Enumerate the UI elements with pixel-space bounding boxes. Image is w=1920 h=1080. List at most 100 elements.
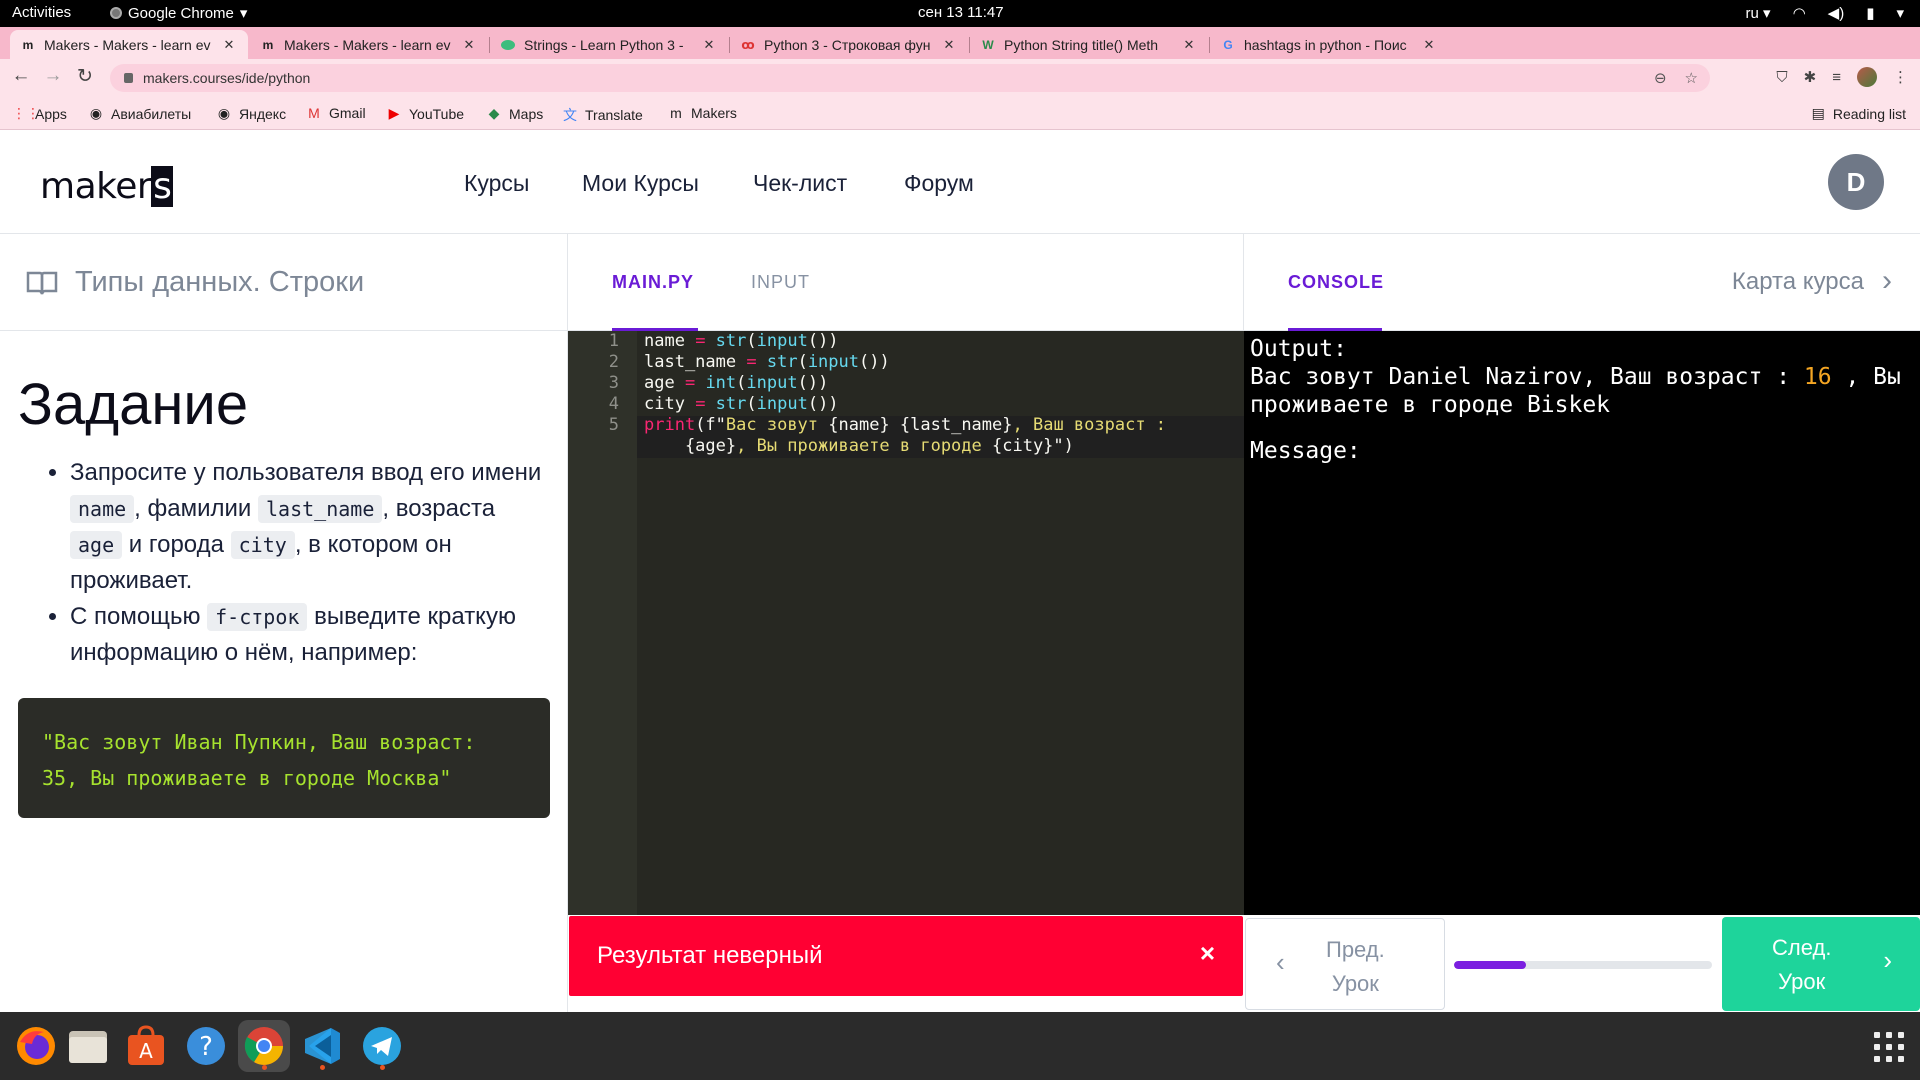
code-token: ()) bbox=[859, 352, 890, 372]
activities-button[interactable]: Activities bbox=[12, 4, 71, 21]
software-center-icon[interactable]: A bbox=[120, 1020, 172, 1072]
back-icon[interactable]: ← bbox=[8, 65, 34, 87]
close-icon[interactable]: ✕ bbox=[1182, 37, 1196, 53]
output-number: 16 bbox=[1803, 364, 1832, 390]
bookmark-aviabilety[interactable]: ◉ Авиабилеты bbox=[88, 105, 191, 122]
code-line[interactable]: last_name = str(input()) bbox=[644, 352, 890, 372]
code-token: = bbox=[684, 394, 716, 414]
kebab-menu-icon[interactable]: ⋮ bbox=[1893, 68, 1908, 86]
chevron-down-icon[interactable]: ▾ bbox=[1896, 4, 1904, 22]
close-icon[interactable]: × bbox=[1200, 938, 1215, 969]
output-line: Вас зовут Daniel Nazirov, Ваш возраст : … bbox=[1250, 363, 1914, 391]
puzzle-extensions-icon[interactable]: ✱ bbox=[1804, 68, 1817, 86]
bookmark-maps[interactable]: ◆ Maps bbox=[486, 105, 544, 122]
tab-console[interactable]: CONSOLE bbox=[1288, 272, 1384, 293]
code-line[interactable]: print(f"Вас зовут {name} {last_name}, Ва… bbox=[644, 415, 1166, 435]
bookmark-makers[interactable]: m Makers bbox=[668, 105, 737, 121]
firefox-icon[interactable] bbox=[10, 1020, 62, 1072]
bookmark-gmail[interactable]: M Gmail bbox=[306, 105, 366, 121]
close-icon[interactable]: ✕ bbox=[1422, 37, 1436, 53]
bookmark-translate[interactable]: 文 Translate bbox=[562, 105, 643, 125]
browser-tab[interactable]: G hashtags in python - Поис ✕ bbox=[1210, 30, 1448, 59]
makers-favicon-icon: m bbox=[262, 37, 274, 52]
profile-avatar-icon[interactable] bbox=[1857, 67, 1877, 87]
error-banner: Результат неверный × bbox=[569, 916, 1243, 996]
user-avatar[interactable]: D bbox=[1828, 154, 1884, 210]
chrome-icon[interactable] bbox=[238, 1020, 290, 1072]
address-bar[interactable]: makers.courses/ide/python ⊖ ☆ bbox=[110, 64, 1710, 92]
show-applications-icon[interactable] bbox=[1874, 1032, 1904, 1062]
close-icon[interactable]: ✕ bbox=[702, 37, 716, 53]
youtube-icon: ▶ bbox=[388, 105, 400, 121]
bookmark-label: Авиабилеты bbox=[111, 105, 192, 122]
browser-tab[interactable]: m Makers - Makers - learn ev ✕ bbox=[10, 30, 248, 59]
forward-icon[interactable]: → bbox=[40, 65, 66, 87]
volume-icon[interactable]: ◀) bbox=[1828, 4, 1845, 22]
bookmark-yandex[interactable]: ◉ Яндекс bbox=[216, 105, 286, 122]
tab-title: Python String title() Meth bbox=[1004, 36, 1159, 53]
battery-icon[interactable]: ▮ bbox=[1866, 4, 1874, 22]
next-lesson-button[interactable]: След. Урок › bbox=[1722, 917, 1920, 1011]
bookmark-star-icon[interactable]: ☆ bbox=[1685, 69, 1698, 87]
browser-toolbar: ← → ↻ makers.courses/ide/python ⊖ ☆ ⛉ ✱ … bbox=[0, 59, 1920, 97]
task-text: , фамилии bbox=[134, 495, 258, 522]
bookmark-label: Makers bbox=[691, 105, 737, 121]
url-text[interactable]: makers.courses/ide/python bbox=[143, 70, 310, 86]
shield-extension-icon[interactable]: ⛉ bbox=[1776, 69, 1787, 86]
tab-main-py[interactable]: MAIN.PY bbox=[612, 272, 694, 293]
close-icon[interactable]: ✕ bbox=[462, 37, 476, 53]
nav-checklist[interactable]: Чек-лист bbox=[753, 170, 847, 197]
bookmark-apps[interactable]: ⋮⋮ Apps bbox=[12, 105, 67, 122]
output-text: Вас зовут Daniel Nazirov, Ваш возраст : bbox=[1250, 364, 1804, 390]
code-line[interactable]: city = str(input()) bbox=[644, 394, 839, 414]
code-line[interactable]: name = str(input()) bbox=[644, 331, 839, 351]
book-icon bbox=[26, 271, 58, 295]
nav-courses[interactable]: Курсы bbox=[464, 170, 529, 197]
reading-list-button[interactable]: ▤ Reading list bbox=[1812, 105, 1906, 122]
app-name: Google Chrome bbox=[128, 4, 234, 22]
browser-tab[interactable]: W Python String title() Meth ✕ bbox=[970, 30, 1208, 59]
prev-lesson-button[interactable]: ‹ Пред. Урок bbox=[1245, 918, 1445, 1010]
zoom-icon[interactable]: ⊖ bbox=[1654, 69, 1667, 87]
app-menu[interactable]: Google Chrome ▾ bbox=[110, 4, 247, 22]
code-editor[interactable]: 1 2 3 4 5 name = str(input()) last_name … bbox=[568, 331, 1244, 915]
makers-logo[interactable]: makers bbox=[40, 166, 174, 207]
bookmark-label: Gmail bbox=[329, 105, 366, 121]
nav-my-courses[interactable]: Мои Курсы bbox=[582, 170, 699, 197]
lock-icon[interactable] bbox=[124, 73, 133, 83]
chevron-right-icon[interactable]: › bbox=[1882, 264, 1892, 298]
help-icon[interactable]: ? bbox=[180, 1020, 232, 1072]
code-token: , Ваш возраст : bbox=[1012, 415, 1167, 435]
tab-input[interactable]: INPUT bbox=[751, 272, 810, 293]
course-map-link[interactable]: Карта курса bbox=[1732, 268, 1864, 296]
clock[interactable]: сен 13 11:47 bbox=[918, 4, 1004, 21]
files-icon[interactable] bbox=[62, 1020, 114, 1072]
code-line[interactable]: age = int(input()) bbox=[644, 373, 828, 393]
language-indicator[interactable]: ru ▾ bbox=[1746, 4, 1771, 22]
vscode-icon[interactable] bbox=[296, 1020, 348, 1072]
bookmark-youtube[interactable]: ▶ YouTube bbox=[386, 105, 464, 122]
media-queue-icon[interactable]: ≡ bbox=[1832, 69, 1841, 86]
editor-tabs: MAIN.PY INPUT bbox=[568, 234, 1244, 331]
wifi-icon[interactable]: ◠ bbox=[1793, 4, 1806, 22]
telegram-icon[interactable] bbox=[356, 1020, 408, 1072]
system-tray[interactable]: ru ▾ ◠ ◀) ▮ ▾ bbox=[1746, 4, 1904, 22]
close-icon[interactable]: ✕ bbox=[222, 37, 236, 53]
running-indicator bbox=[262, 1065, 267, 1070]
google-favicon-icon: G bbox=[1223, 37, 1233, 52]
running-indicator bbox=[320, 1065, 325, 1070]
browser-tab[interactable]: ꝏ Python 3 - Строковая фун ✕ bbox=[730, 30, 968, 59]
browser-tab[interactable]: Strings - Learn Python 3 - ✕ bbox=[490, 30, 728, 59]
code-line-wrapped[interactable]: {age}, Вы проживаете в городе {city}") bbox=[644, 436, 1074, 456]
tab-title: Strings - Learn Python 3 - bbox=[524, 36, 684, 53]
course-progress-fill bbox=[1454, 961, 1527, 969]
code-token: str bbox=[715, 394, 747, 414]
close-icon[interactable]: ✕ bbox=[942, 37, 956, 53]
browser-tab[interactable]: m Makers - Makers - learn ev ✕ bbox=[250, 30, 488, 59]
course-progress-bar bbox=[1454, 961, 1712, 969]
reload-icon[interactable]: ↻ bbox=[72, 65, 98, 88]
makers-favicon-icon: m bbox=[22, 37, 34, 52]
code-token: {name} {last_name} bbox=[828, 415, 1013, 435]
nav-forum[interactable]: Форум bbox=[904, 170, 974, 197]
system-top-bar: Activities Google Chrome ▾ сен 13 11:47 … bbox=[0, 0, 1920, 27]
